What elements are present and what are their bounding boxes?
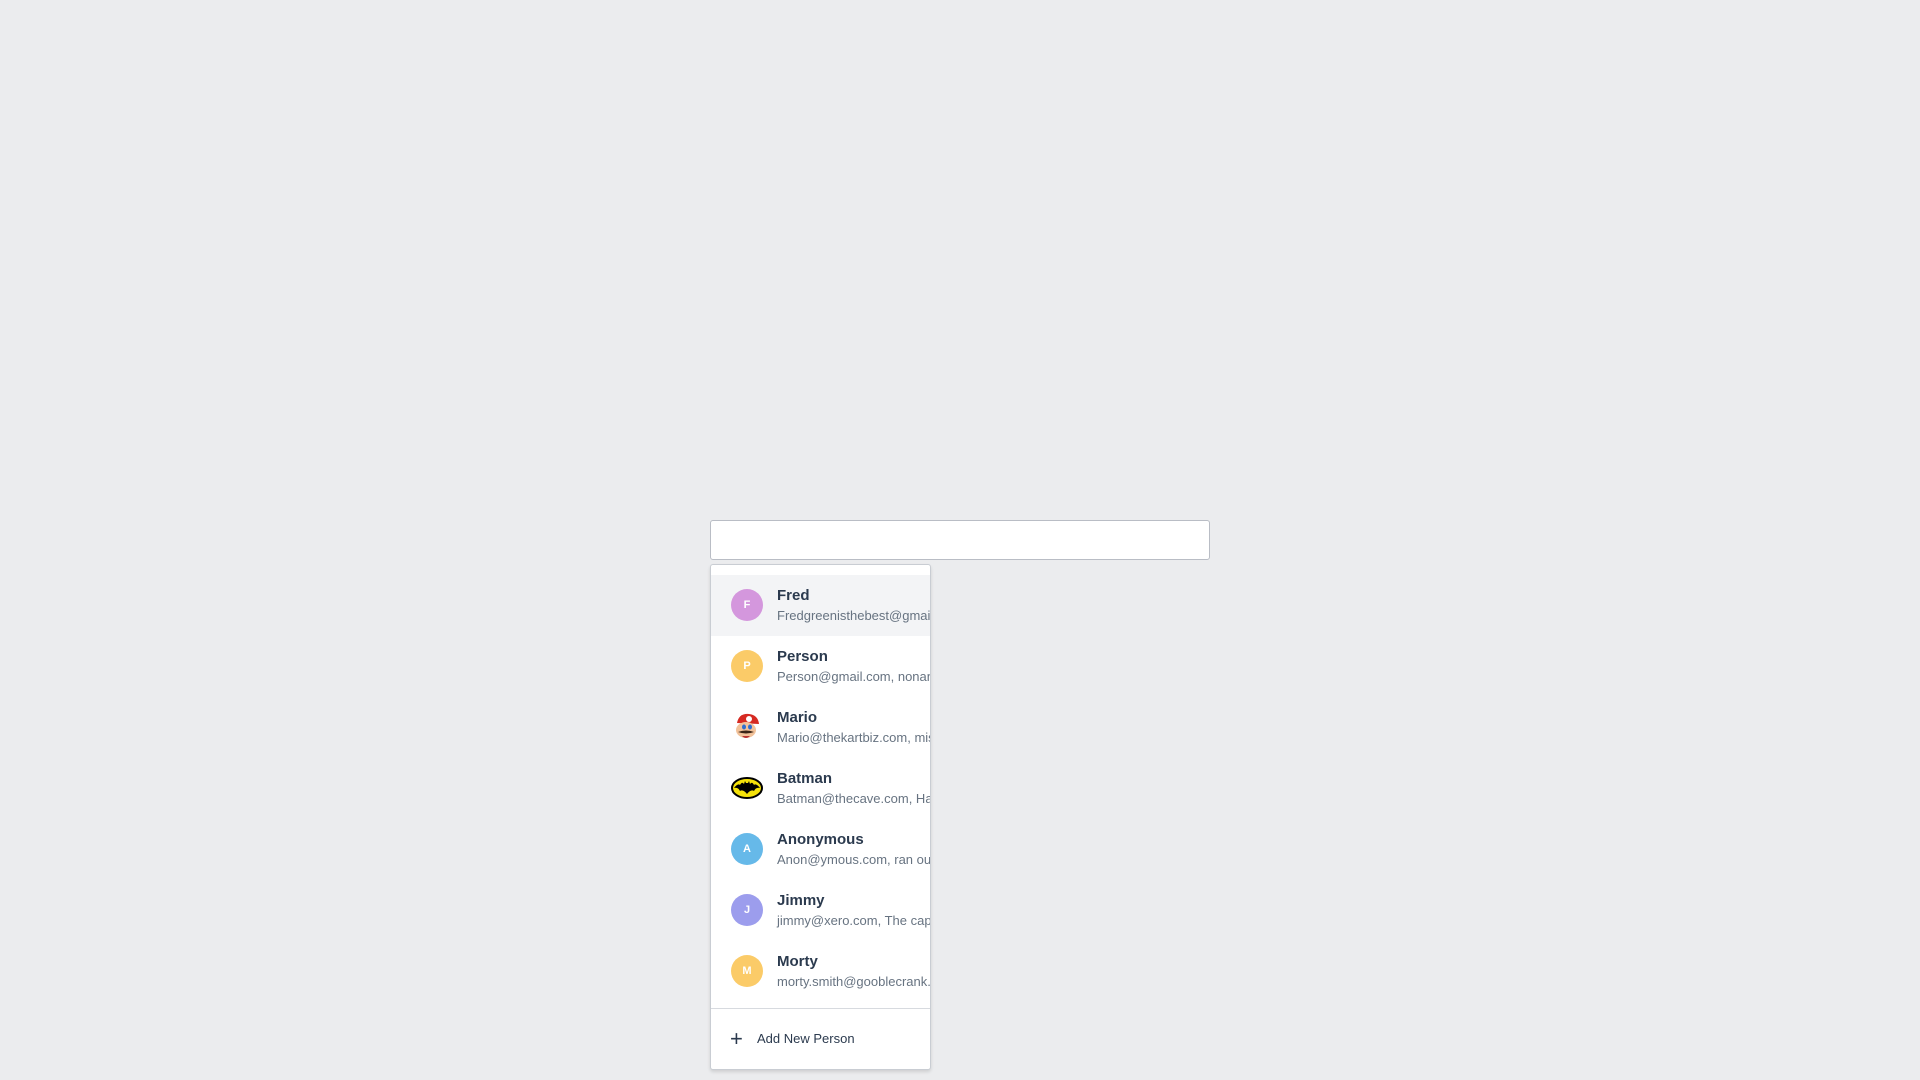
avatar: M <box>731 955 763 987</box>
add-new-person-label: Add New Person <box>757 1031 855 1046</box>
person-name: Morty <box>777 953 818 970</box>
person-dropdown: F Fred Fredgreenisthebest@gmail P Person Pers… <box>710 564 931 1070</box>
person-name: Anonymous <box>777 831 864 848</box>
person-name: Batman <box>777 770 833 787</box>
avatar: F <box>731 589 763 621</box>
plus-icon: + <box>730 1026 743 1051</box>
person-name: Person <box>777 648 828 665</box>
person-option-batman[interactable]: Batman Batman@thecave.com, Ha <box>711 758 930 819</box>
add-new-person-button[interactable]: + Add New Person <box>711 1009 930 1069</box>
person-detail: Anon@ymous.com, ran ou <box>777 852 931 867</box>
person-search-input[interactable] <box>710 520 1210 560</box>
avatar-mario-image <box>731 711 763 743</box>
person-option-mario[interactable]: Mario Mario@thekartbiz.com, mis <box>711 697 930 758</box>
person-detail: Mario@thekartbiz.com, mis <box>777 730 931 745</box>
person-detail: Batman@thecave.com, Ha <box>777 791 931 806</box>
person-detail: morty.smith@gooblecrank. <box>777 974 931 989</box>
person-detail: Fredgreenisthebest@gmail <box>777 608 931 623</box>
person-option-jimmy[interactable]: J Jimmy jimmy@xero.com, The cap <box>711 880 930 941</box>
person-name: Jimmy <box>777 892 825 909</box>
person-detail: Person@gmail.com, nonan <box>777 669 931 684</box>
person-name: Mario <box>777 709 818 726</box>
person-name: Fred <box>777 587 810 604</box>
avatar-batman-logo-image <box>731 772 763 804</box>
avatar: A <box>731 833 763 865</box>
person-option-morty[interactable]: M Morty morty.smith@gooblecrank. <box>711 941 930 1002</box>
person-option-fred[interactable]: F Fred Fredgreenisthebest@gmail <box>711 575 930 636</box>
avatar: J <box>731 894 763 926</box>
avatar: P <box>731 650 763 682</box>
person-option-anonymous[interactable]: A Anonymous Anon@ymous.com, ran ou <box>711 819 930 880</box>
person-detail: jimmy@xero.com, The cap <box>777 913 931 928</box>
person-list: F Fred Fredgreenisthebest@gmail P Person Pers… <box>711 575 930 1002</box>
person-option-person[interactable]: P Person Person@gmail.com, nonan <box>711 636 930 697</box>
